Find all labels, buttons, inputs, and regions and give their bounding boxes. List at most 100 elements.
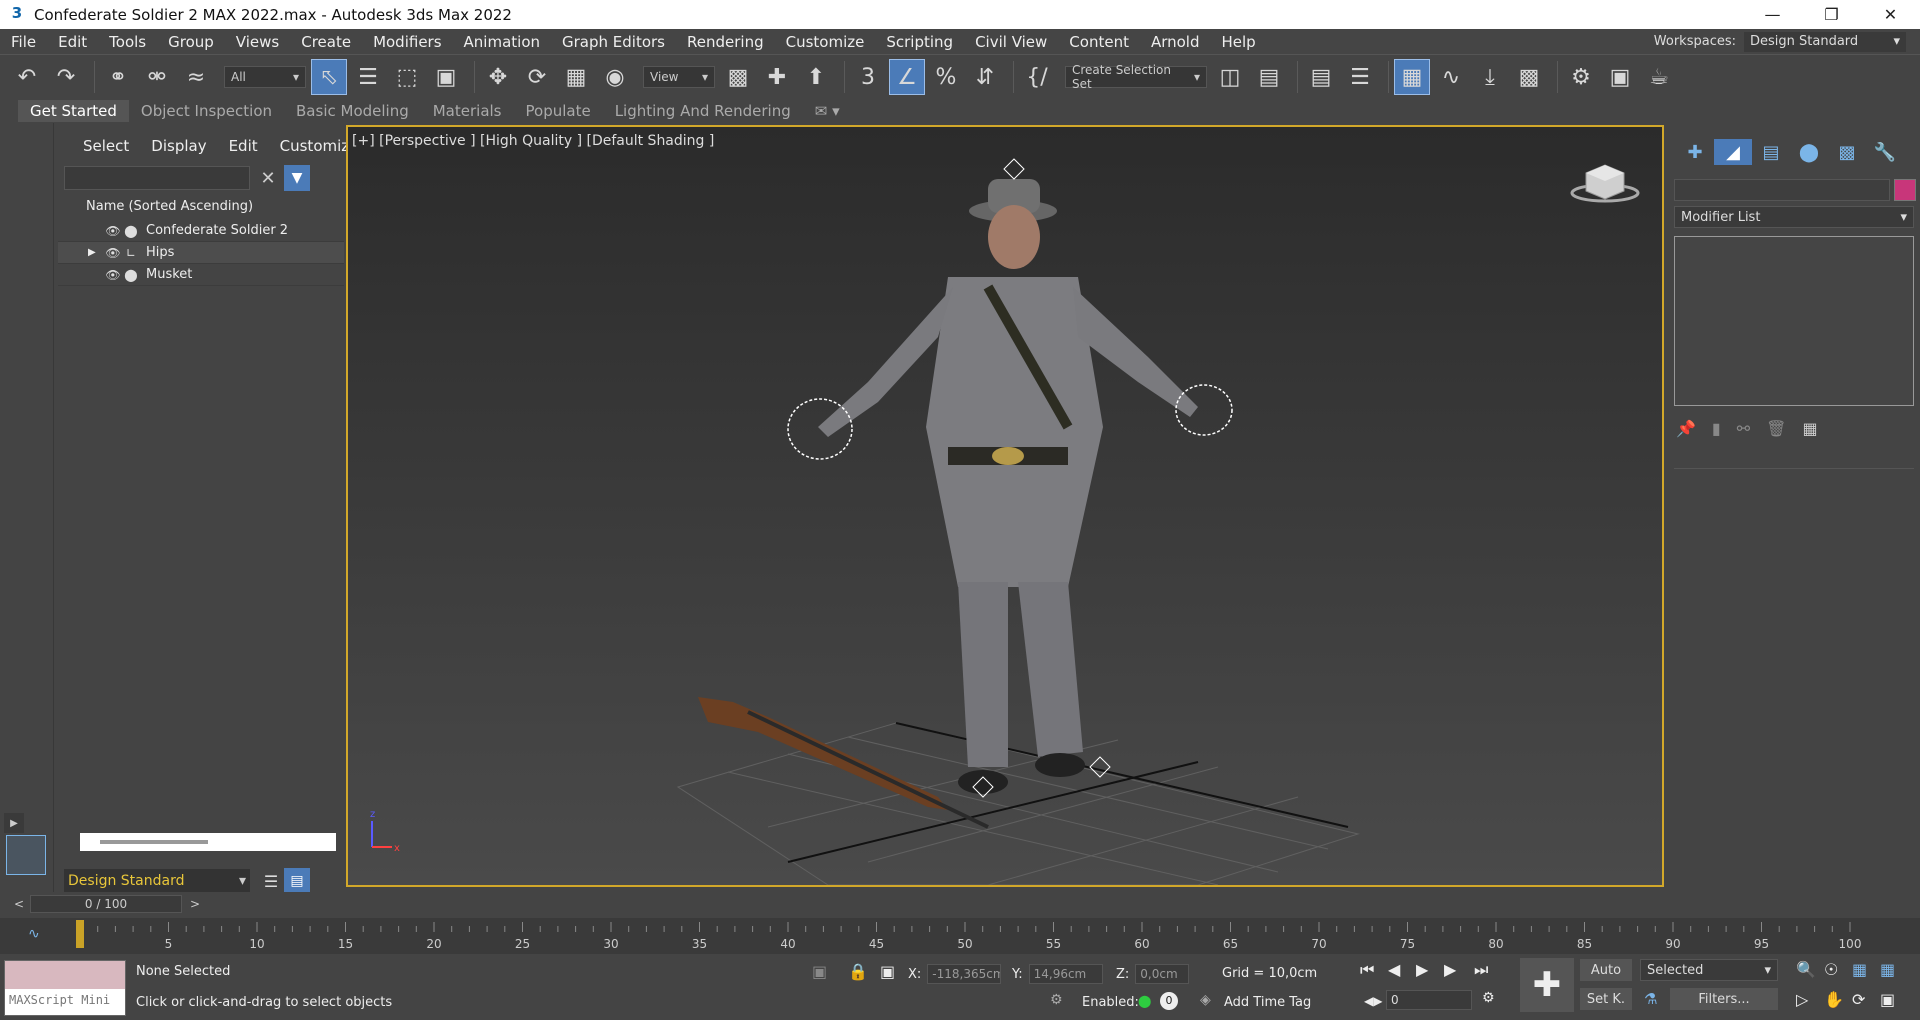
select-by-name-icon[interactable]: ☰ xyxy=(351,60,385,94)
scene-search-input[interactable] xyxy=(64,166,250,190)
menu-content[interactable]: Content xyxy=(1058,33,1140,51)
object-name-input[interactable] xyxy=(1674,179,1890,201)
maximize-viewport-icon[interactable]: ▣ xyxy=(1880,990,1895,1009)
isolate-selection-icon[interactable]: ▣ xyxy=(812,962,827,981)
time-configuration-icon[interactable]: ⚙ xyxy=(1482,990,1495,1006)
previous-frame-icon[interactable]: ◀ xyxy=(1388,960,1400,979)
perspective-viewport[interactable]: [+] [Perspective ] [High Quality ] [Defa… xyxy=(346,125,1664,887)
named-selection-set-dropdown[interactable]: Create Selection Set ▾ xyxy=(1065,63,1207,91)
track-bar[interactable]: ∿ 05101520253035404550556065707580859095… xyxy=(0,918,1920,954)
render-setup-icon[interactable]: ⚙ xyxy=(1564,60,1598,94)
time-next-icon[interactable]: > xyxy=(190,897,200,911)
rotate-icon[interactable]: ⟳ xyxy=(520,60,554,94)
menu-modifiers[interactable]: Modifiers xyxy=(362,33,452,51)
viewport-layout-icon[interactable] xyxy=(6,835,46,875)
menu-create[interactable]: Create xyxy=(290,33,362,51)
tab-object-inspection[interactable]: Object Inspection xyxy=(129,100,284,122)
rendered-frame-window-icon[interactable]: ▣ xyxy=(1603,60,1637,94)
toggle-ribbon-icon[interactable]: ▦ xyxy=(1394,59,1430,95)
undo-icon[interactable]: ↶ xyxy=(10,60,44,94)
key-mode-dropdown[interactable]: Selected ▾ xyxy=(1640,959,1778,981)
hierarchy-panel-icon[interactable]: ▤ xyxy=(1752,139,1790,165)
layers-icon[interactable]: ☰ xyxy=(258,872,284,891)
current-time-marker[interactable] xyxy=(76,920,84,948)
field-of-view-icon[interactable]: ▷ xyxy=(1796,990,1808,1009)
modifier-stack[interactable] xyxy=(1674,236,1914,406)
time-prev-icon[interactable]: < xyxy=(14,897,24,911)
edit-named-selection-icon[interactable]: {/ xyxy=(1020,60,1054,94)
spinner-snap-icon[interactable]: ⇵ xyxy=(968,60,1002,94)
render-production-icon[interactable]: ☕ xyxy=(1642,60,1676,94)
select-object-icon[interactable]: ⬁ xyxy=(311,59,347,95)
key-filters-icon[interactable]: ⚗ xyxy=(1644,990,1657,1008)
visibility-eye-icon[interactable]: 👁 xyxy=(104,224,122,238)
align-icon[interactable]: ▤ xyxy=(1252,60,1286,94)
menu-rendering[interactable]: Rendering xyxy=(676,33,775,51)
utilities-panel-icon[interactable]: 🔧 xyxy=(1866,139,1904,165)
close-icon[interactable]: ✕ xyxy=(1861,0,1920,29)
menu-help[interactable]: Help xyxy=(1211,33,1267,51)
next-frame-icon[interactable]: ▶ xyxy=(1444,960,1456,979)
bind-spacewarp-icon[interactable]: ≈ xyxy=(179,60,213,94)
schematic-view-icon[interactable]: ⤓ xyxy=(1473,60,1507,94)
scrollbar-thumb[interactable] xyxy=(100,840,208,844)
zoom-extents-all-icon[interactable]: ▦ xyxy=(1880,960,1895,979)
absolute-mode-icon[interactable]: ▣ xyxy=(880,962,895,981)
ribbon-options-icon[interactable]: ✉ ▾ xyxy=(803,100,852,122)
zoom-all-icon[interactable]: ☉ xyxy=(1824,960,1838,979)
menu-tools[interactable]: Tools xyxy=(98,33,157,51)
mirror-icon[interactable]: ◫ xyxy=(1213,60,1247,94)
adaptive-degradation-icon[interactable]: ⚙ xyxy=(1050,992,1063,1008)
filter-icon[interactable]: ▼ xyxy=(284,165,310,191)
pivot-center-icon[interactable]: ▩ xyxy=(721,60,755,94)
key-filters-button[interactable]: Filters... xyxy=(1670,988,1778,1010)
snaps-toggle-icon[interactable]: 3 xyxy=(851,60,885,94)
horizontal-scrollbar[interactable] xyxy=(80,833,336,851)
menu-group[interactable]: Group xyxy=(157,33,225,51)
set-key-icon[interactable]: ✚ xyxy=(1520,958,1574,1012)
coord-z-field[interactable]: 0,0cm xyxy=(1135,964,1190,984)
scene-tab-edit[interactable]: Edit xyxy=(218,137,269,155)
auto-key-button[interactable]: Auto xyxy=(1580,959,1632,981)
menu-customize[interactable]: Customize xyxy=(775,33,876,51)
expand-arrow-icon[interactable]: ▶ xyxy=(88,247,104,258)
modify-panel-icon[interactable]: ◢ xyxy=(1714,139,1752,165)
menu-civil-view[interactable]: Civil View xyxy=(964,33,1058,51)
coord-y-field[interactable]: 14,96cm xyxy=(1028,964,1103,984)
menu-file[interactable]: File xyxy=(0,33,47,51)
select-manipulate-icon[interactable]: ✚ xyxy=(760,60,794,94)
tab-populate[interactable]: Populate xyxy=(514,100,603,122)
coord-x-field[interactable]: -118,365cm xyxy=(927,964,1002,984)
selection-filter-dropdown[interactable]: All ▾ xyxy=(224,66,306,88)
keyboard-shortcut-override-icon[interactable]: ⬆ xyxy=(799,60,833,94)
make-unique-icon[interactable]: ⚯ xyxy=(1737,419,1750,438)
play-icon[interactable]: ▶ xyxy=(1416,960,1428,979)
add-time-tag[interactable]: Add Time Tag xyxy=(1224,995,1311,1010)
menu-graph-editors[interactable]: Graph Editors xyxy=(551,33,676,51)
scale-icon[interactable]: ▦ xyxy=(559,60,593,94)
angle-snap-icon[interactable]: ∠ xyxy=(889,59,925,95)
window-crossing-icon[interactable]: ▣ xyxy=(429,60,463,94)
enabled-dot-icon[interactable]: ⬤ xyxy=(1138,994,1151,1008)
tab-basic-modeling[interactable]: Basic Modeling xyxy=(284,100,421,122)
workspace-dropdown[interactable]: Design Standard ▾ xyxy=(1744,31,1906,52)
curve-editor-icon[interactable]: ∿ xyxy=(1434,60,1468,94)
move-icon[interactable]: ✥ xyxy=(481,60,515,94)
time-tag-icon[interactable]: ◈ xyxy=(1200,992,1211,1008)
menu-edit[interactable]: Edit xyxy=(47,33,98,51)
redo-icon[interactable]: ↷ xyxy=(49,60,83,94)
pan-icon[interactable]: ✋ xyxy=(1824,990,1844,1009)
column-header-name[interactable]: Name (Sorted Ascending) xyxy=(86,199,344,214)
scene-explorer-icon[interactable]: ▤ xyxy=(284,868,310,894)
modifier-list-dropdown[interactable]: Modifier List ▾ xyxy=(1674,206,1914,228)
unlink-icon[interactable]: ⚮ xyxy=(140,60,174,94)
expand-icon[interactable]: ▶ xyxy=(4,813,24,833)
material-editor-icon[interactable]: ▩ xyxy=(1512,60,1546,94)
go-to-start-icon[interactable]: ⏮ xyxy=(1360,960,1374,980)
configure-modifier-sets-icon[interactable]: ▦ xyxy=(1802,419,1817,438)
scene-explorer-toggle-icon[interactable]: ▤ xyxy=(1304,60,1338,94)
selection-lock-icon[interactable]: 🔒 xyxy=(848,962,868,981)
show-end-result-icon[interactable]: ▮ xyxy=(1712,419,1721,438)
scene-tab-select[interactable]: Select xyxy=(72,137,140,155)
restore-icon[interactable]: ❐ xyxy=(1802,0,1861,29)
